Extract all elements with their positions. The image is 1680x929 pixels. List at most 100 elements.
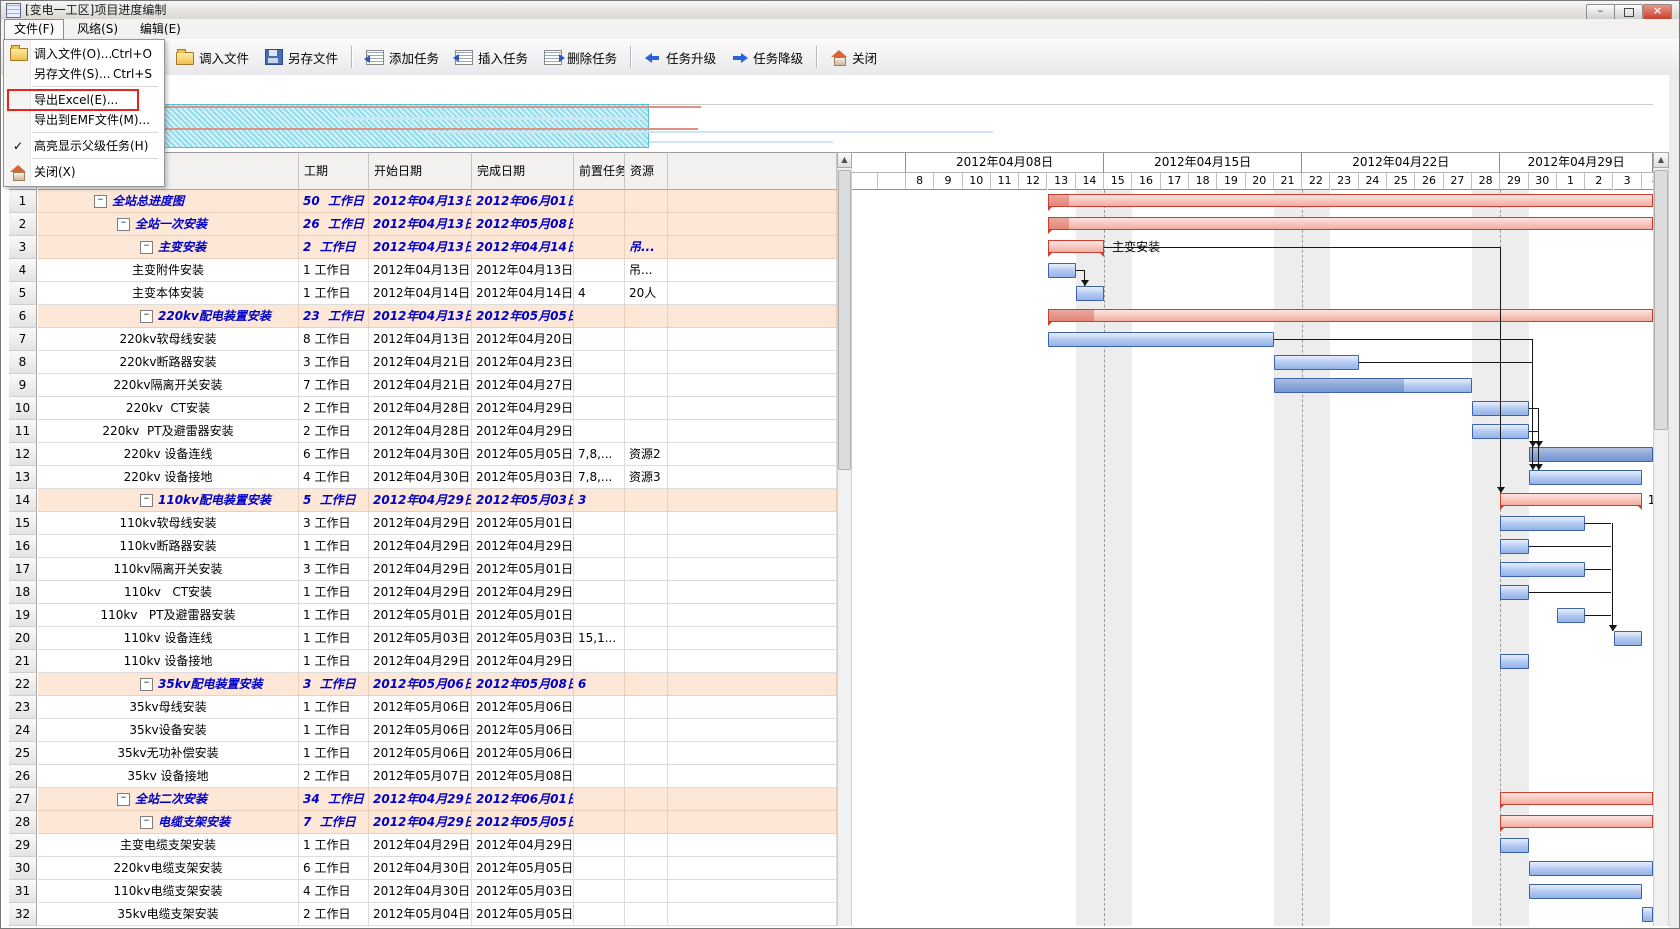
table-row[interactable]: −220kv配电装置安装23 工作日2012年04月13日2012年05月05日 bbox=[38, 305, 837, 328]
menu-network[interactable]: 风络(S) bbox=[68, 20, 127, 39]
table-row[interactable]: 220kv CT安装2 工作日2012年04月28日2012年04月29日 bbox=[38, 397, 837, 420]
row-number[interactable]: 15 bbox=[9, 512, 37, 535]
task-bar[interactable] bbox=[1529, 861, 1653, 876]
row-number[interactable]: 9 bbox=[9, 374, 37, 397]
task-bar[interactable] bbox=[1529, 884, 1642, 899]
table-row[interactable]: 35kv电缆支架安装2 工作日2012年05月04日2012年05月05日 bbox=[38, 903, 837, 926]
table-row[interactable]: 110kv电缆支架安装4 工作日2012年04月30日2012年05月03日 bbox=[38, 880, 837, 903]
collapse-toggle-icon[interactable]: − bbox=[140, 816, 153, 829]
summary-bar[interactable] bbox=[1500, 493, 1642, 506]
table-row[interactable]: 110kv断路器安装1 工作日2012年04月29日2012年04月29日 bbox=[38, 535, 837, 558]
table-row[interactable]: −全站一次安装26 工作日2012年04月13日2012年05月08日 bbox=[38, 213, 837, 236]
row-number[interactable]: 17 bbox=[9, 558, 37, 581]
table-row[interactable]: 主变电缆支架安装1 工作日2012年04月29日2012年04月29日 bbox=[38, 834, 837, 857]
row-number[interactable]: 25 bbox=[9, 742, 37, 765]
highlight-parent-tasks[interactable]: ✓高亮显示父级任务(H) bbox=[6, 136, 160, 156]
task-bar[interactable] bbox=[1614, 631, 1642, 646]
table-row[interactable]: 35kv母线安装1 工作日2012年05月06日2012年05月06日 bbox=[38, 696, 837, 719]
collapse-toggle-icon[interactable]: − bbox=[117, 793, 130, 806]
row-number[interactable]: 24 bbox=[9, 719, 37, 742]
row-number[interactable]: 14 bbox=[9, 489, 37, 512]
task-bar[interactable] bbox=[1500, 516, 1585, 531]
insert-task-button[interactable]: 插入任务 bbox=[447, 44, 536, 71]
task-bar[interactable] bbox=[1642, 907, 1653, 922]
row-number[interactable]: 21 bbox=[9, 650, 37, 673]
table-row[interactable]: 主变本体安装1 工作日2012年04月14日2012年04月14日420人 bbox=[38, 282, 837, 305]
task-demote-button[interactable]: 任务降级 bbox=[724, 44, 811, 71]
row-number[interactable]: 16 bbox=[9, 535, 37, 558]
row-number[interactable]: 8 bbox=[9, 351, 37, 374]
collapse-toggle-icon[interactable]: − bbox=[94, 195, 107, 208]
row-number[interactable]: 32 bbox=[9, 903, 37, 926]
task-bar[interactable] bbox=[1529, 447, 1653, 462]
task-bar[interactable] bbox=[1500, 838, 1528, 853]
menu-edit[interactable]: 编辑(E) bbox=[131, 20, 190, 39]
table-row[interactable]: −110kv配电装置安装5 工作日2012年04月29日2012年05月03日3 bbox=[38, 489, 837, 512]
close-menu-item[interactable]: 关闭(X) bbox=[6, 162, 160, 182]
table-row[interactable]: 35kv设备安装1 工作日2012年05月06日2012年05月06日 bbox=[38, 719, 837, 742]
row-number[interactable]: 4 bbox=[9, 259, 37, 282]
collapse-toggle-icon[interactable]: − bbox=[117, 218, 130, 231]
task-bar[interactable] bbox=[1500, 585, 1528, 600]
row-number[interactable]: 31 bbox=[9, 880, 37, 903]
task-bar[interactable] bbox=[1274, 378, 1472, 393]
maximize-button[interactable] bbox=[1614, 4, 1643, 20]
close-icon[interactable]: × bbox=[1643, 4, 1672, 20]
summary-bar[interactable] bbox=[1500, 792, 1653, 805]
row-number[interactable]: 13 bbox=[9, 466, 37, 489]
table-row[interactable]: 主变附件安装1 工作日2012年04月13日2012年04月13日吊... bbox=[38, 259, 837, 282]
task-bar[interactable] bbox=[1500, 654, 1528, 669]
row-number[interactable]: 1 bbox=[9, 190, 37, 213]
table-row[interactable]: −全站二次安装34 工作日2012年04月29日2012年06月01日 bbox=[38, 788, 837, 811]
row-number[interactable]: 11 bbox=[9, 420, 37, 443]
summary-bar[interactable] bbox=[1048, 194, 1654, 207]
table-row[interactable]: 220kv 设备连线6 工作日2012年04月30日2012年05月05日7,8… bbox=[38, 443, 837, 466]
row-number[interactable]: 23 bbox=[9, 696, 37, 719]
table-row[interactable]: 110kv CT安装1 工作日2012年04月29日2012年04月29日 bbox=[38, 581, 837, 604]
table-row[interactable]: 220kv 设备接地4 工作日2012年04月30日2012年05月03日7,8… bbox=[38, 466, 837, 489]
table-row[interactable]: 110kv 设备连线1 工作日2012年05月03日2012年05月03日15,… bbox=[38, 627, 837, 650]
save-as-button[interactable]: 另存文件 bbox=[257, 44, 346, 71]
summary-bar[interactable] bbox=[1048, 217, 1654, 230]
table-row[interactable]: 220kv隔离开关安装7 工作日2012年04月21日2012年04月27日 bbox=[38, 374, 837, 397]
table-row[interactable]: 110kv软母线安装3 工作日2012年04月29日2012年05月01日 bbox=[38, 512, 837, 535]
table-row[interactable]: 110kv PT及避雷器安装1 工作日2012年05月01日2012年05月01… bbox=[38, 604, 837, 627]
row-number[interactable]: 2 bbox=[9, 213, 37, 236]
table-row[interactable]: 220kv断路器安装3 工作日2012年04月21日2012年04月23日 bbox=[38, 351, 837, 374]
row-number[interactable]: 12 bbox=[9, 443, 37, 466]
collapse-toggle-icon[interactable]: − bbox=[140, 678, 153, 691]
import-file-button[interactable]: 调入文件 bbox=[168, 44, 257, 71]
table-row[interactable]: 220kv软母线安装8 工作日2012年04月13日2012年04月20日 bbox=[38, 328, 837, 351]
table-row[interactable]: 110kv隔离开关安装3 工作日2012年04月29日2012年05月01日 bbox=[38, 558, 837, 581]
close-button-toolbar[interactable]: 关闭 bbox=[823, 44, 885, 71]
delete-task-button[interactable]: 删除任务 bbox=[536, 44, 625, 71]
row-number[interactable]: 19 bbox=[9, 604, 37, 627]
collapse-toggle-icon[interactable]: − bbox=[140, 310, 153, 323]
summary-bar[interactable] bbox=[1048, 240, 1105, 253]
overview-selection-region[interactable] bbox=[105, 104, 649, 148]
import-file[interactable]: 调入文件(O)...Ctrl+O bbox=[6, 44, 160, 64]
row-number[interactable]: 18 bbox=[9, 581, 37, 604]
row-number[interactable]: 20 bbox=[9, 627, 37, 650]
table-row[interactable]: 220kv电缆支架安装6 工作日2012年04月30日2012年05月05日 bbox=[38, 857, 837, 880]
row-number[interactable]: 10 bbox=[9, 397, 37, 420]
summary-bar[interactable] bbox=[1048, 309, 1654, 322]
scroll-up-icon[interactable]: ▲ bbox=[1653, 152, 1669, 168]
task-bar[interactable] bbox=[1500, 562, 1585, 577]
row-number[interactable]: 29 bbox=[9, 834, 37, 857]
table-row[interactable]: 110kv 设备接地1 工作日2012年04月29日2012年04月29日 bbox=[38, 650, 837, 673]
task-bar[interactable] bbox=[1076, 286, 1104, 301]
row-number[interactable]: 26 bbox=[9, 765, 37, 788]
row-number[interactable]: 7 bbox=[9, 328, 37, 351]
task-bar[interactable] bbox=[1529, 470, 1642, 485]
table-row[interactable]: −电缆支架安装7 工作日2012年04月29日2012年05月05日 bbox=[38, 811, 837, 834]
collapse-toggle-icon[interactable]: − bbox=[140, 241, 153, 254]
gantt-scrollbar-thumb[interactable] bbox=[1654, 170, 1668, 430]
table-row[interactable]: 35kv无功补偿安装1 工作日2012年05月06日2012年05月06日 bbox=[38, 742, 837, 765]
collapse-toggle-icon[interactable]: − bbox=[140, 494, 153, 507]
row-number[interactable]: 27 bbox=[9, 788, 37, 811]
row-number[interactable]: 3 bbox=[9, 236, 37, 259]
table-scrollbar-thumb[interactable] bbox=[838, 170, 851, 470]
summary-bar[interactable] bbox=[1500, 815, 1653, 828]
task-bar[interactable] bbox=[1048, 263, 1076, 278]
